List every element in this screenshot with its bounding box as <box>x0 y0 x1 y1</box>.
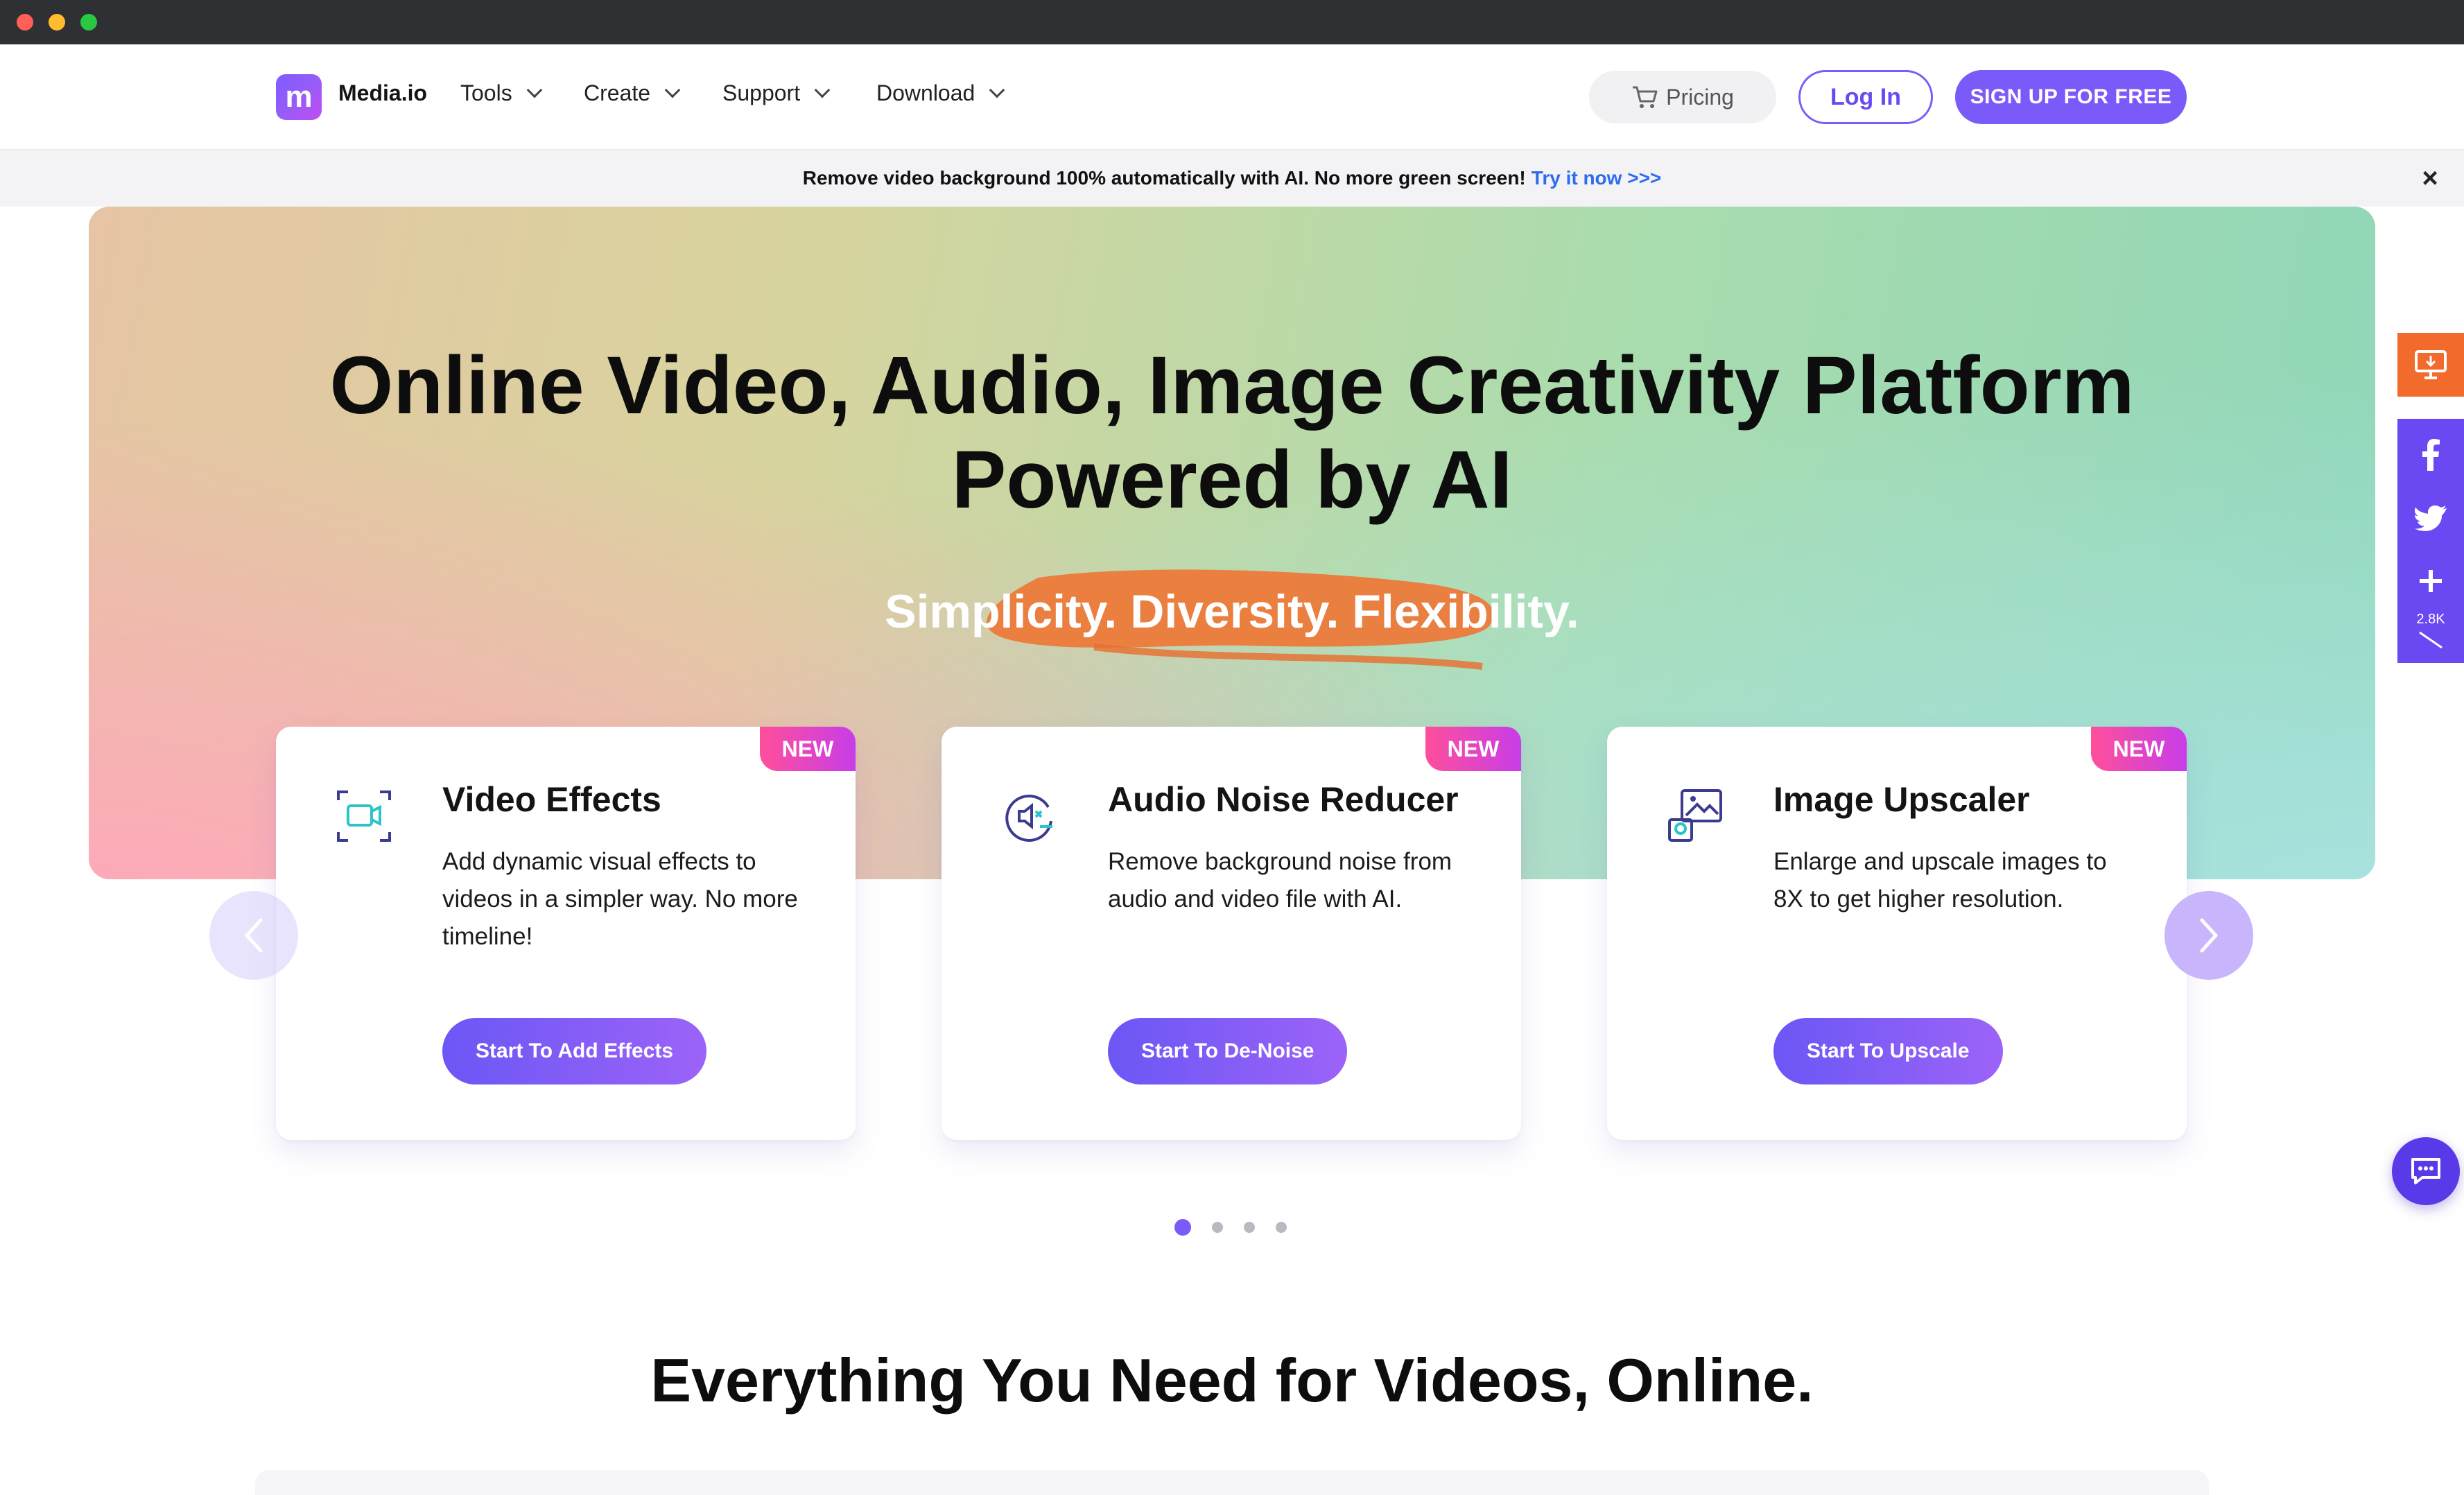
carousel-dot[interactable] <box>1244 1222 1255 1233</box>
chevron-down-icon <box>989 82 1005 98</box>
start-upscale-button[interactable]: Start To Upscale <box>1773 1018 2003 1084</box>
nav-create-label: Create <box>584 80 651 105</box>
brand-name[interactable]: Media.io <box>338 80 427 106</box>
desktop-download-button[interactable] <box>2397 333 2464 397</box>
monitor-icon <box>2415 350 2447 379</box>
video-effects-icon <box>337 790 391 842</box>
nav-support-label: Support <box>722 80 801 105</box>
section-title: Everything You Need for Videos, Online. <box>650 1346 1814 1415</box>
start-de-noise-button[interactable]: Start To De-Noise <box>1108 1018 1348 1084</box>
hero-subtitle: Simplicity. Diversity. Flexibility. <box>885 585 1579 638</box>
nav-support[interactable]: Support <box>722 80 831 106</box>
chevron-down-icon <box>814 82 831 98</box>
hero-title-line1: Online Video, Audio, Image Creativity Pl… <box>329 340 2135 431</box>
site-header: m Media.io Tools Create Support Download… <box>0 44 2464 150</box>
carousel-dot[interactable] <box>1174 1219 1191 1236</box>
card-description: Remove background noise from audio and v… <box>1108 848 1452 913</box>
cart-icon <box>1633 86 1658 108</box>
carousel-dot[interactable] <box>1276 1222 1287 1233</box>
login-button[interactable]: Log In <box>1798 70 1933 124</box>
feature-card-image-upscaler[interactable]: NEW Image Upscaler Enlarge and upscale i… <box>1607 727 2187 1140</box>
card-description: Add dynamic visual effects to videos in … <box>442 848 798 950</box>
nav-download[interactable]: Download <box>876 80 1005 106</box>
carousel-next-button[interactable] <box>2164 891 2253 980</box>
hero-title-line2: Powered by AI <box>951 434 1513 526</box>
chevron-down-icon <box>664 82 681 98</box>
carousel-prev-button[interactable] <box>209 891 298 980</box>
chevron-right-icon <box>2200 918 2219 953</box>
feature-card-video-effects[interactable]: NEW Video Effects Add dynamic visual eff… <box>276 727 856 1140</box>
twitter-icon <box>2415 505 2447 531</box>
nav-tools[interactable]: Tools <box>460 80 543 106</box>
nav-tools-label: Tools <box>460 80 512 105</box>
audio-noise-icon <box>1005 794 1052 842</box>
chat-support-button[interactable] <box>2392 1137 2460 1205</box>
chevron-down-icon <box>526 82 543 98</box>
pricing-label: Pricing <box>1666 84 1734 110</box>
announcement-text: Remove video background 100% automatical… <box>802 167 1526 189</box>
window-titlebar <box>0 0 2464 44</box>
card-title: Audio Noise Reducer <box>1108 780 1459 819</box>
announcement-bar: Remove video background 100% automatical… <box>0 150 2464 207</box>
carousel-dot[interactable] <box>1212 1222 1223 1233</box>
facebook-icon <box>2422 439 2440 471</box>
new-badge: NEW <box>760 727 856 771</box>
twitter-share-button[interactable] <box>2397 496 2464 541</box>
pricing-button[interactable]: Pricing <box>1589 71 1776 123</box>
collapse-share-icon[interactable] <box>2417 630 2445 650</box>
nav-download-label: Download <box>876 80 975 105</box>
announcement-link[interactable]: Try it now >>> <box>1532 167 1662 189</box>
new-badge: NEW <box>2091 727 2187 771</box>
plus-icon <box>2420 570 2442 592</box>
image-upscale-icon <box>1668 789 1722 842</box>
window-close-button[interactable] <box>17 14 33 31</box>
facebook-share-button[interactable] <box>2397 433 2464 477</box>
nav-create[interactable]: Create <box>584 80 681 106</box>
more-share-button[interactable] <box>2397 559 2464 603</box>
social-share-bar: 2.8K <box>2397 419 2464 663</box>
start-add-effects-button[interactable]: Start To Add Effects <box>442 1018 707 1084</box>
feature-card-audio-noise-reducer[interactable]: NEW Audio Noise Reducer Remove backgroun… <box>942 727 1521 1140</box>
card-description: Enlarge and upscale images to 8X to get … <box>1773 848 2107 913</box>
section-content-edge <box>255 1470 2209 1495</box>
card-title: Video Effects <box>442 780 661 819</box>
hero-title: Online Video, Audio, Image Creativity Pl… <box>89 338 2375 527</box>
brand-logo-icon[interactable]: m <box>276 74 322 120</box>
chat-icon <box>2411 1158 2440 1184</box>
close-icon[interactable]: × <box>2415 163 2445 193</box>
window-zoom-button[interactable] <box>80 14 97 31</box>
signup-button[interactable]: SIGN UP FOR FREE <box>1955 70 2187 124</box>
new-badge: NEW <box>1425 727 1521 771</box>
window-minimize-button[interactable] <box>49 14 65 31</box>
card-title: Image Upscaler <box>1773 780 2030 819</box>
carousel-pagination <box>1174 1219 1287 1236</box>
chevron-left-icon <box>244 918 263 953</box>
share-count: 2.8K <box>2416 612 2445 627</box>
